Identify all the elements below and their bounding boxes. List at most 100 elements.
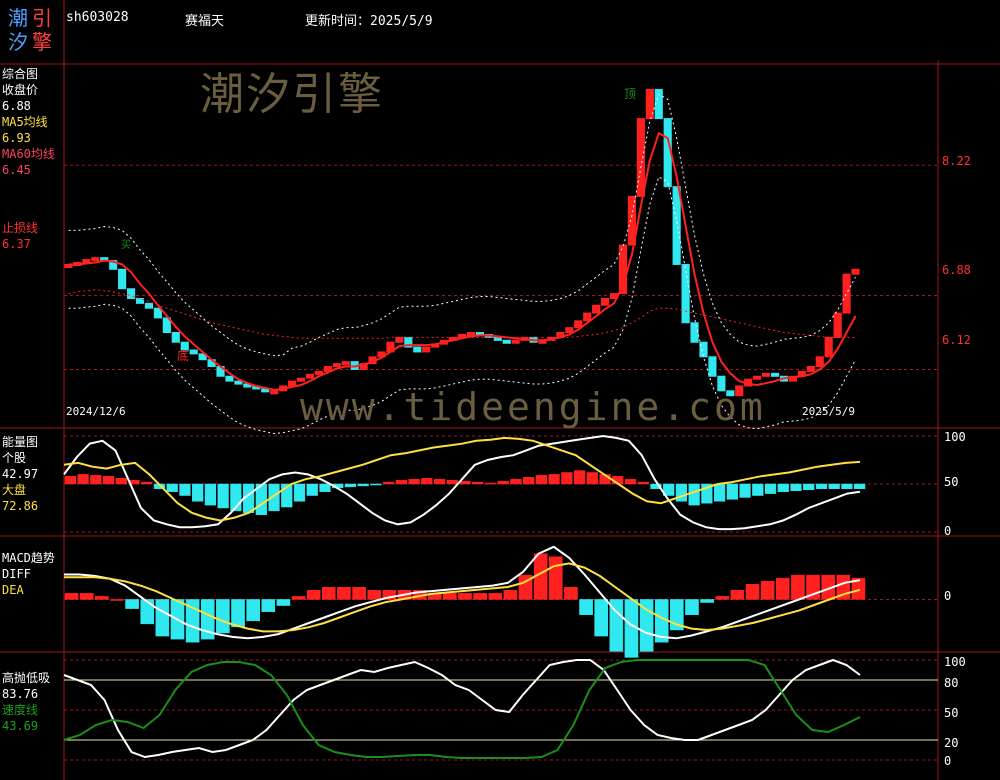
- close-label: 收盘价: [2, 83, 39, 97]
- candle: [681, 263, 690, 324]
- macd-bar: [291, 596, 306, 600]
- energy-bar: [383, 481, 395, 485]
- y-tick-tide-1: 80: [944, 676, 959, 690]
- energy-bar: [675, 483, 688, 502]
- macd-bar: [337, 587, 351, 600]
- energy-bar: [64, 476, 76, 485]
- candle: [127, 288, 136, 299]
- energy-bar: [573, 470, 586, 485]
- main-title: 综合图: [2, 67, 39, 81]
- candle: [413, 346, 422, 353]
- y-tick-main-0: 8.22: [942, 154, 971, 168]
- energy-panel-labels: 能量图 个股 42.97 大盘 72.86: [2, 434, 38, 514]
- macd-bar: [79, 593, 94, 600]
- macd-bar: [443, 593, 457, 600]
- stop-label: 止损线: [2, 221, 39, 235]
- macd-bar: [110, 599, 124, 601]
- candle: [270, 390, 279, 395]
- macd-bar: [321, 587, 336, 600]
- macd-bar: [276, 599, 291, 606]
- top-marker: 顶: [624, 87, 637, 101]
- candle: [225, 375, 234, 382]
- y-tick-energy-2: 0: [944, 524, 952, 538]
- macd-bar: [745, 583, 760, 600]
- candle: [565, 327, 574, 333]
- macd-bar: [760, 580, 775, 600]
- stop-value: 6.37: [2, 237, 31, 251]
- energy-bar: [510, 478, 522, 485]
- y-tick-tide-2: 50: [944, 706, 959, 720]
- candle: [144, 302, 154, 309]
- energy-bar: [752, 483, 764, 496]
- energy-bar: [421, 477, 433, 485]
- candle: [806, 366, 815, 372]
- buy-marker: 买: [121, 240, 131, 251]
- energy-bar: [828, 483, 840, 490]
- candle: [118, 268, 127, 290]
- macd-panel-labels: MACD趋势 DIFF DEA: [2, 550, 55, 598]
- candle: [645, 88, 654, 120]
- candle: [690, 322, 699, 343]
- tide-panel-labels: 高抛低吸 83.76 速度线 43.69: [2, 670, 50, 734]
- candle: [815, 356, 824, 368]
- stop-labels: 止损线 6.37: [2, 220, 38, 252]
- upper-band: [68, 93, 856, 357]
- stock-energy-label: 个股: [2, 451, 27, 465]
- energy-bar: [446, 479, 458, 485]
- macd-bar: [261, 599, 276, 612]
- candle: [305, 373, 315, 379]
- y-tick-energy-1: 50: [944, 475, 959, 489]
- energy-bar: [523, 477, 535, 485]
- energy-bar: [815, 483, 828, 490]
- energy-bar: [433, 478, 446, 485]
- candle: [314, 370, 323, 375]
- energy-bar: [764, 483, 777, 494]
- y-tick-tide-0: 100: [944, 655, 966, 669]
- diff-label: DIFF: [2, 567, 31, 581]
- y-tick-tide-4: 0: [944, 754, 952, 768]
- energy-bar: [179, 483, 191, 496]
- speed-value: 43.69: [2, 719, 39, 733]
- market-energy-value: 72.86: [2, 499, 39, 513]
- macd-bar: [246, 599, 260, 622]
- macd-bar: [685, 599, 699, 615]
- energy-bar: [561, 472, 573, 485]
- macd-bar: [594, 599, 609, 637]
- start-date: 2024/12/6: [66, 405, 126, 418]
- candle: [851, 268, 860, 275]
- candle: [189, 349, 198, 355]
- bottom-marker: 底: [177, 349, 190, 363]
- energy-bar: [484, 482, 497, 485]
- energy-bar: [739, 483, 751, 498]
- candle: [672, 186, 681, 265]
- candle: [422, 346, 431, 353]
- energy-bar: [115, 477, 127, 485]
- ma60-line: [68, 289, 856, 339]
- energy-bar: [204, 483, 217, 506]
- dea-label: DEA: [2, 583, 24, 597]
- macd-bar: [231, 599, 245, 628]
- macd-title: MACD趋势: [2, 551, 55, 565]
- ma5-value: 6.93: [2, 131, 31, 145]
- energy-bar: [777, 483, 789, 492]
- tide-line-1: [63, 659, 861, 759]
- candle: [341, 361, 350, 366]
- candle: [762, 372, 771, 377]
- y-tick-energy-0: 100: [944, 430, 966, 444]
- energy-bar: [790, 483, 802, 491]
- energy-bar: [472, 481, 484, 485]
- candle: [82, 259, 91, 264]
- y-tick-tide-3: 20: [944, 736, 959, 750]
- ma60-value: 6.45: [2, 163, 31, 177]
- energy-bar: [497, 480, 509, 485]
- macd-bar: [140, 599, 155, 625]
- macd-bar: [367, 590, 382, 600]
- macd-bar: [548, 556, 563, 600]
- energy-bar: [217, 483, 229, 509]
- candle: [770, 372, 780, 377]
- end-date: 2025/5/9: [802, 405, 855, 418]
- macd-bar: [579, 599, 593, 615]
- energy-bar: [841, 483, 853, 490]
- macd-bar: [700, 599, 714, 603]
- energy-bar: [854, 483, 866, 490]
